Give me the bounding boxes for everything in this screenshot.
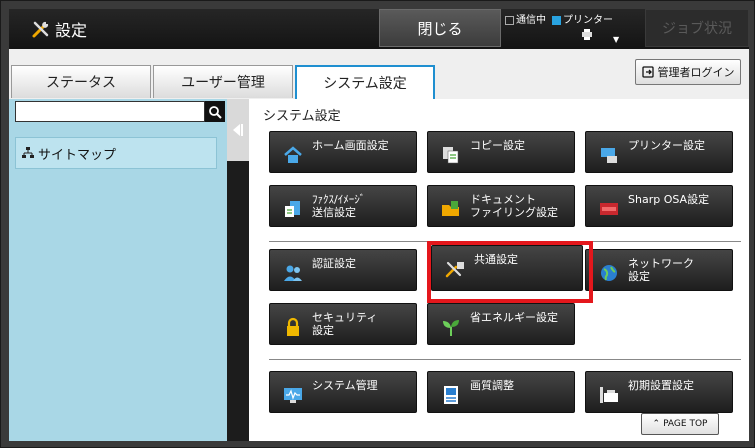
chevron-up-icon: ⌃	[652, 419, 661, 429]
tab-system-settings[interactable]: システム設定	[295, 65, 435, 99]
globe-icon	[601, 265, 617, 281]
chevron-down-icon[interactable]: ▼	[613, 35, 619, 44]
sitemap-icon	[22, 147, 34, 158]
job-status-button[interactable]: ジョブ状況	[645, 9, 749, 47]
divider	[269, 359, 741, 360]
header-bar: 設定 閉じる 通信中 プリンター ▼ ジョブ状況	[9, 9, 749, 49]
search-button[interactable]	[205, 101, 225, 122]
folder-icon	[442, 201, 459, 216]
osa-icon	[600, 203, 618, 215]
collapse-left-icon	[233, 124, 243, 136]
printer-icon	[601, 148, 617, 163]
security-settings-button[interactable]: セキュリティ 設定	[269, 303, 417, 345]
sidebar: サイトマップ	[9, 99, 227, 441]
fax-image-send-settings-button[interactable]: ﾌｧｸｽ/ｲﾒｰｼﾞ 送信設定	[269, 185, 417, 227]
comm-indicator-icon	[505, 15, 514, 25]
login-icon	[641, 66, 654, 78]
page-title-area: 設定	[31, 17, 87, 41]
system-management-button[interactable]: システム管理	[269, 371, 417, 413]
document-filing-settings-button[interactable]: ドキュメント ファイリング設定	[427, 185, 575, 227]
users-icon	[284, 265, 302, 281]
selection-highlight	[427, 241, 593, 303]
page-top-button[interactable]: ⌃ PAGE TOP	[641, 413, 719, 435]
initial-installation-settings-button[interactable]: 初期設置設定	[585, 371, 733, 413]
home-icon	[284, 146, 302, 163]
copy-icon	[443, 147, 459, 164]
printer-settings-button[interactable]: プリンター設定	[585, 131, 733, 173]
device-frame: 設定 閉じる 通信中 プリンター ▼ ジョブ状況 ステータス ユーザー管理 シス…	[0, 0, 755, 448]
tools-icon	[32, 21, 49, 38]
network-settings-button[interactable]: ネットワーク 設定	[585, 249, 733, 291]
admin-login-button[interactable]: 管理者ログイン	[635, 59, 741, 85]
sitemap-label: サイトマップ	[38, 147, 117, 163]
sharp-osa-settings-button[interactable]: Sharp OSA設定	[585, 185, 733, 227]
printer-queue-icon[interactable]	[581, 27, 595, 41]
admin-login-label: 管理者ログイン	[657, 66, 735, 79]
sitemap-link[interactable]: サイトマップ	[15, 137, 217, 169]
sidebar-collapse-button[interactable]	[227, 99, 249, 161]
page-title: 設定	[55, 21, 88, 40]
printer-indicator-icon	[552, 15, 561, 25]
installation-icon	[600, 387, 618, 403]
image-quality-button[interactable]: 画質調整	[427, 371, 575, 413]
energy-saving-settings-button[interactable]: 省エネルギー設定	[427, 303, 575, 345]
tab-bar: ステータス ユーザー管理 システム設定 管理者ログイン	[9, 49, 749, 99]
monitor-icon	[284, 388, 302, 403]
tab-user-management[interactable]: ユーザー管理	[153, 65, 293, 98]
status-printer: プリンター	[552, 11, 613, 26]
screen: 設定 閉じる 通信中 プリンター ▼ ジョブ状況 ステータス ユーザー管理 シス…	[9, 9, 749, 441]
leaf-icon	[443, 320, 459, 336]
search-icon	[209, 105, 222, 119]
page-top-label: PAGE TOP	[663, 419, 708, 429]
copy-settings-button[interactable]: コピー設定	[427, 131, 575, 173]
status-comm: 通信中	[505, 11, 546, 26]
lock-icon	[287, 317, 299, 336]
image-quality-icon	[444, 386, 458, 404]
section-title: システム設定	[263, 109, 341, 124]
status-indicators: 通信中 プリンター	[505, 11, 613, 26]
tab-status[interactable]: ステータス	[11, 65, 151, 98]
close-button[interactable]: 閉じる	[379, 9, 501, 47]
home-screen-settings-button[interactable]: ホーム画面設定	[269, 131, 417, 173]
fax-image-send-icon	[285, 201, 300, 217]
authentication-settings-button[interactable]: 認証設定	[269, 249, 417, 291]
search-input[interactable]	[15, 101, 205, 122]
